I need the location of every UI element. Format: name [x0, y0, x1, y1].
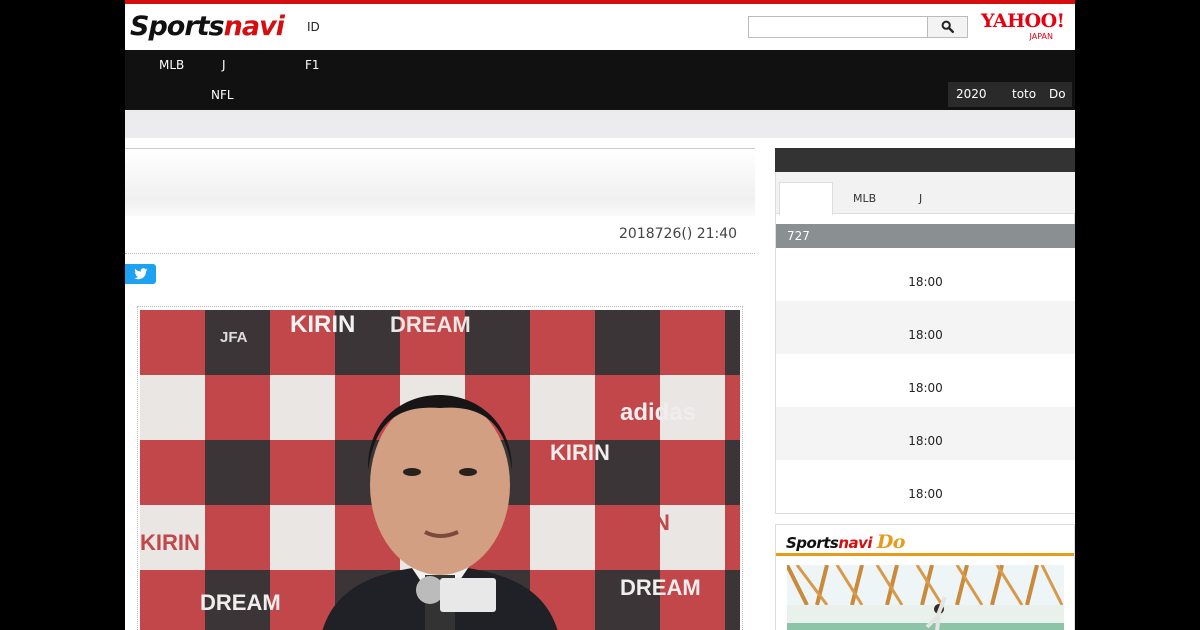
twitter-bird-icon: [134, 268, 148, 280]
schedule-row[interactable]: 18:00: [776, 248, 1075, 301]
nav-item-toto[interactable]: toto: [1012, 87, 1036, 101]
search-button[interactable]: [928, 16, 968, 38]
id-link[interactable]: ID: [307, 20, 320, 34]
yoga-photo: [787, 565, 1064, 630]
dream-banner-text: DREAM: [390, 312, 471, 337]
nav-item-2020[interactable]: 2020: [956, 87, 987, 101]
logo-navi-text: navi: [223, 11, 285, 42]
adidas-banner-text: adidas: [620, 399, 696, 426]
article-header: [125, 148, 755, 216]
yahoo-logo-subtext: JAPAN: [1029, 32, 1053, 41]
schedule-row[interactable]: 18:00: [776, 354, 1075, 407]
logo-sports-text: Sports: [130, 11, 225, 42]
tab-j[interactable]: J: [919, 192, 922, 205]
nav-right-group: 2020 toto Do: [948, 82, 1072, 107]
sportsnavi-do-logo: Sportsnavi Do: [786, 531, 905, 553]
article-date: 2018726() 21:40: [619, 226, 738, 242]
sportsnavi-logo[interactable]: Sportsnavi: [130, 11, 285, 42]
nav-item-nfl[interactable]: NFL: [211, 88, 234, 102]
schedule-widget: MLB J 727 18:00 18:00 18:00 18:00 18:00: [775, 172, 1075, 514]
svg-text:KIRIN: KIRIN: [610, 510, 670, 535]
tab-active[interactable]: [779, 182, 833, 215]
schedule-tabs: MLB J: [776, 172, 1075, 215]
schedule-row[interactable]: 18:00: [776, 407, 1075, 460]
schedule-date-bar: 727: [776, 224, 1075, 248]
svg-text:DREAM: DREAM: [620, 575, 701, 600]
schedule-time: 18:00: [908, 275, 943, 289]
sidebar-header: [775, 148, 1075, 172]
sportsnavi-do-box[interactable]: Sportsnavi Do: [775, 524, 1075, 630]
yahoo-logo-text: YAHOO!: [981, 10, 1065, 32]
svg-text:DREAM: DREAM: [200, 590, 281, 615]
schedule-row[interactable]: 18:00: [776, 460, 1075, 513]
article-photo[interactable]: KIRIN DREAM adidas JFA KIRIN KIRIN KIRIN…: [140, 310, 740, 630]
sub-nav-bar: [125, 110, 1075, 138]
schedule-time: 18:00: [908, 381, 943, 395]
schedule-time: 18:00: [908, 328, 943, 342]
do-logo-do: Do: [876, 531, 906, 553]
kirin-banner-text: KIRIN: [290, 311, 355, 338]
do-divider: [776, 553, 1074, 556]
svg-text:KIRIN: KIRIN: [140, 530, 200, 555]
press-conference-photo: KIRIN DREAM adidas JFA KIRIN KIRIN KIRIN…: [140, 310, 740, 630]
nav-item-f1[interactable]: F1: [305, 58, 320, 72]
do-logo-navi: navi: [838, 534, 873, 552]
search-input[interactable]: [748, 16, 928, 38]
nav-item-do[interactable]: Do: [1049, 87, 1066, 101]
yahoo-japan-logo[interactable]: YAHOO! JAPAN: [981, 10, 1067, 44]
nav-item-mlb[interactable]: MLB: [159, 58, 184, 72]
article-photo-frame: KIRIN DREAM adidas JFA KIRIN KIRIN KIRIN…: [137, 306, 743, 630]
tab-mlb[interactable]: MLB: [853, 192, 876, 205]
page: Sportsnavi ID YAHOO! JAPAN MLB J F1 NFL …: [125, 0, 1075, 630]
jfa-banner-text: JFA: [220, 329, 248, 346]
site-header: Sportsnavi ID YAHOO! JAPAN: [125, 4, 1075, 50]
svg-text:KIRIN: KIRIN: [550, 440, 610, 465]
do-promo-image[interactable]: [787, 565, 1064, 630]
schedule-time: 18:00: [908, 487, 943, 501]
schedule-row[interactable]: 18:00: [776, 301, 1075, 354]
nav-item-j[interactable]: J: [222, 58, 226, 72]
schedule-date-label: 727: [787, 229, 810, 243]
global-nav: MLB J F1 NFL 2020 toto Do: [125, 50, 1075, 110]
do-logo-sports: Sports: [786, 534, 839, 552]
twitter-share-button[interactable]: [125, 264, 156, 284]
search-icon: [941, 20, 954, 33]
divider: [125, 253, 755, 254]
schedule-time: 18:00: [908, 434, 943, 448]
